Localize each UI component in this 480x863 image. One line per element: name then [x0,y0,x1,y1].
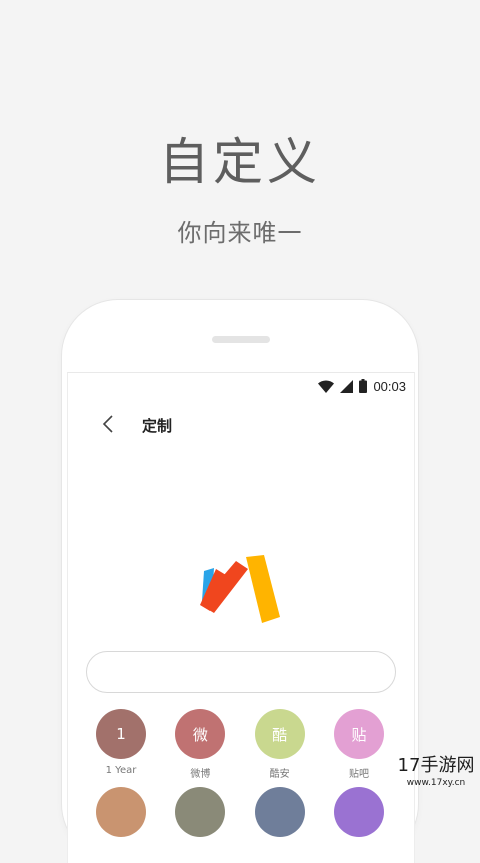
shortcut-label: 贴吧 [348,769,369,780]
phone-screen: 00:03 定制 1 1 Year 微 微博 酷 酷安 贴 贴吧 [67,372,415,863]
watermark-title: 17手游网 [397,755,475,776]
chevron-left-icon [102,415,114,437]
shortcut-icon: 酷 [254,709,305,759]
watermark: 17手游网 www.17xy.cn [392,755,480,789]
shortcut-label: 微博 [190,769,211,780]
shortcut-icon[interactable] [175,787,226,837]
cell-signal-icon [340,379,354,393]
battery-icon [359,379,368,393]
url-input[interactable] [86,651,396,693]
shortcut-tieba[interactable]: 贴 贴吧 [328,709,390,780]
status-time: 00:03 [373,378,406,394]
shortcut-weibo[interactable]: 微 微博 [169,709,231,780]
watermark-url: www.17xy.cn [406,778,466,788]
via-logo [196,553,286,637]
phone-speaker [212,336,270,343]
shortcut-icon[interactable] [96,787,146,837]
phone-mockup: 00:03 定制 1 1 Year 微 微博 酷 酷安 贴 贴吧 [62,300,418,863]
shortcut-icon: 微 [175,709,226,759]
promo-subline: 你向来唯一 [177,219,303,247]
app-bar: 定制 [68,411,414,441]
shortcut-grid: 1 1 Year 微 微博 酷 酷安 贴 贴吧 [90,709,390,780]
wifi-icon [318,379,335,393]
shortcut-coolapk[interactable]: 酷 酷安 [249,709,311,780]
status-bar: 00:03 [318,377,406,395]
shortcut-1year[interactable]: 1 1 Year [90,709,152,780]
shortcut-label: 1 Year [105,765,137,776]
back-button[interactable] [96,413,120,439]
shortcut-icon: 1 [96,709,146,759]
promo-headline: 自定义 [159,133,321,191]
shortcut-icon[interactable] [333,787,384,837]
shortcut-icon: 贴 [333,709,384,759]
shortcut-icon[interactable] [254,787,305,837]
page-title: 定制 [142,417,173,435]
shortcut-label: 酷安 [269,769,290,780]
shortcut-grid-row2 [90,787,390,837]
